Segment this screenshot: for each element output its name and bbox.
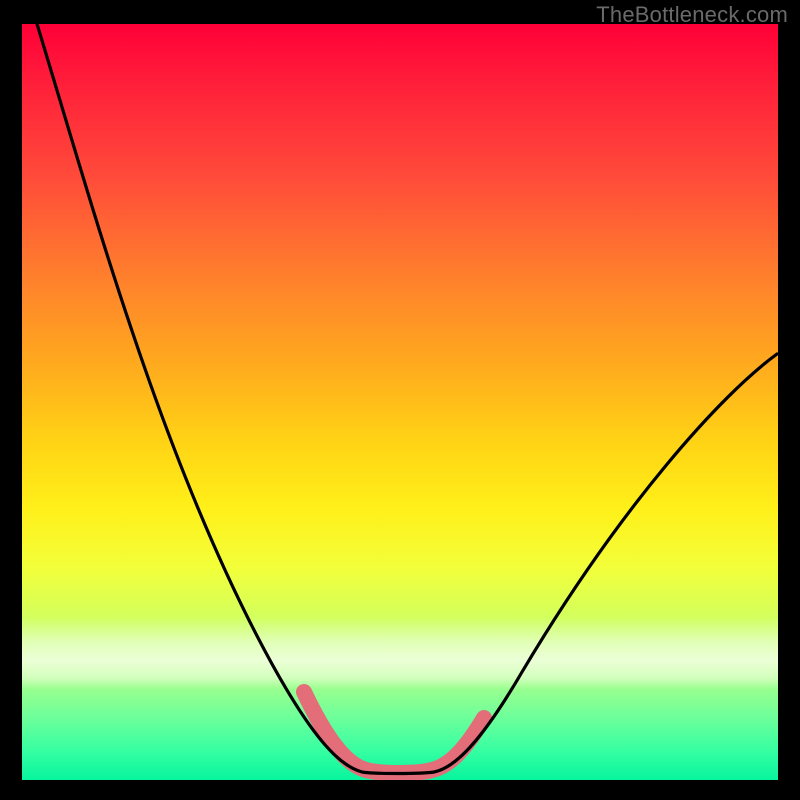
bottleneck-curve-path bbox=[37, 24, 777, 774]
chart-stage: TheBottleneck.com bbox=[0, 0, 800, 800]
watermark-text: TheBottleneck.com bbox=[596, 2, 788, 28]
plot-area bbox=[22, 24, 778, 780]
curve-layer bbox=[22, 24, 778, 780]
